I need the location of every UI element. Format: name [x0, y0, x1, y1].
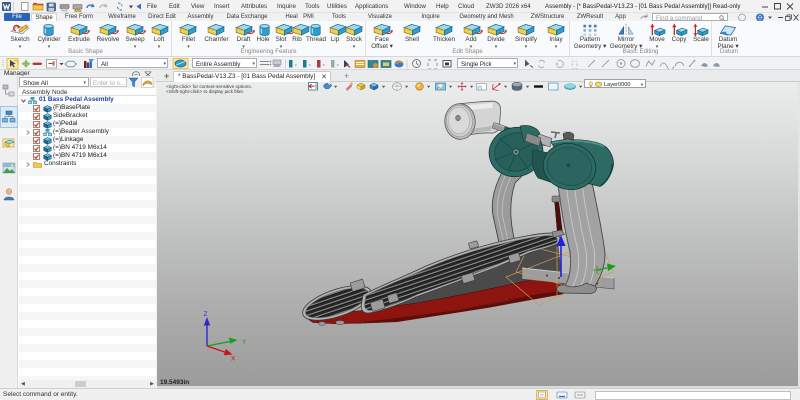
svg-text:19.5493in: 19.5493in — [160, 379, 189, 386]
svg-text:Y: Y — [242, 339, 247, 346]
svg-text:Z: Z — [204, 311, 208, 318]
svg-text:X: X — [231, 356, 236, 363]
